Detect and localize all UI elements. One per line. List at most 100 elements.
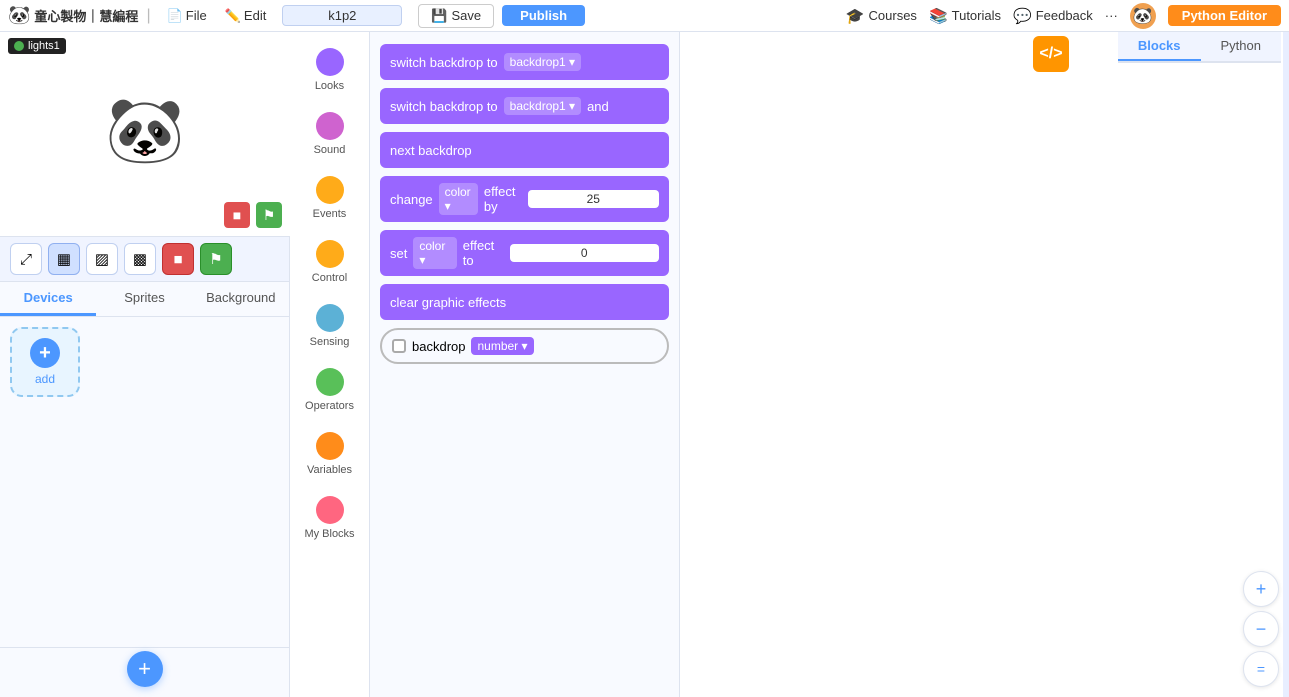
tutorials-button[interactable]: 📚 Tutorials bbox=[929, 7, 1001, 25]
block-switch-backdrop-and-dropdown[interactable]: backdrop1 ▾ bbox=[504, 97, 581, 115]
view-controls: ⤢ ▦ ▨ ▩ ■ ⚑ bbox=[0, 237, 289, 282]
courses-label: Courses bbox=[869, 8, 917, 23]
expand-view-button[interactable]: ⤢ bbox=[10, 243, 42, 275]
workspace[interactable]: Blocks Python </> + − = bbox=[680, 32, 1289, 697]
blocks-panel: switch backdrop to backdrop1 ▾ switch ba… bbox=[370, 32, 680, 697]
operators-dot bbox=[316, 368, 344, 396]
courses-icon: 🎓 bbox=[846, 7, 865, 25]
tab-python[interactable]: Python bbox=[1201, 32, 1281, 61]
add-sprite-button[interactable]: + add bbox=[10, 327, 80, 397]
block-change-effect-input[interactable] bbox=[528, 190, 659, 208]
variables-label: Variables bbox=[307, 464, 352, 476]
logo-icon: 🐼 bbox=[8, 5, 30, 26]
stage-panda: 🐼 bbox=[105, 93, 185, 168]
tab-devices[interactable]: Devices bbox=[0, 282, 96, 316]
menu-edit[interactable]: ✏️ Edit bbox=[217, 5, 275, 27]
block-backdrop-number[interactable]: backdrop number ▾ bbox=[380, 328, 669, 364]
operators-label: Operators bbox=[305, 400, 354, 412]
category-operators[interactable]: Operators bbox=[295, 360, 365, 420]
block-switch-backdrop-and-text2: and bbox=[587, 99, 609, 114]
tab-blocks[interactable]: Blocks bbox=[1118, 32, 1201, 61]
block-next-backdrop[interactable]: next backdrop bbox=[380, 132, 669, 168]
block-change-text: change bbox=[390, 192, 433, 207]
feedback-button[interactable]: 💬 Feedback bbox=[1013, 7, 1093, 25]
block-set-effect-text: effect to bbox=[463, 238, 504, 268]
control-dot bbox=[316, 240, 344, 268]
category-sensing[interactable]: Sensing bbox=[295, 296, 365, 356]
flag-view-button[interactable]: ⚑ bbox=[200, 243, 232, 275]
project-name[interactable]: k1p2 bbox=[282, 5, 402, 26]
block-backdrop-number-checkbox[interactable] bbox=[392, 339, 406, 353]
tutorials-icon: 📚 bbox=[929, 7, 948, 25]
grid1-button[interactable]: ▦ bbox=[48, 243, 80, 275]
block-clear-graphic-effects[interactable]: clear graphic effects bbox=[380, 284, 669, 320]
add-bottom-button[interactable]: + bbox=[127, 651, 163, 687]
block-set-color-effect[interactable]: set color ▾ effect to bbox=[380, 230, 669, 276]
stop-button[interactable]: ■ bbox=[224, 202, 250, 228]
main-area: lights1 🐼 ■ ⚑ ⤢ ▦ ▨ ▩ ■ ⚑ Devices Sprite… bbox=[0, 32, 1289, 697]
zoom-out-button[interactable]: − bbox=[1243, 611, 1279, 647]
save-button[interactable]: 💾 Save bbox=[418, 4, 494, 28]
sprite-content: + add bbox=[0, 317, 289, 647]
block-backdrop-number-dropdown[interactable]: number ▾ bbox=[471, 337, 533, 355]
grid2-button[interactable]: ▨ bbox=[86, 243, 118, 275]
feedback-icon: 💬 bbox=[1013, 7, 1032, 25]
tutorials-label: Tutorials bbox=[952, 8, 1001, 23]
block-switch-backdrop-dropdown[interactable]: backdrop1 ▾ bbox=[504, 53, 581, 71]
category-myblocks[interactable]: My Blocks bbox=[295, 488, 365, 548]
stage-controls: ■ ⚑ bbox=[224, 202, 282, 228]
block-change-color-effect[interactable]: change color ▾ effect by bbox=[380, 176, 669, 222]
tab-sprites[interactable]: Sprites bbox=[96, 282, 192, 316]
sensing-dot bbox=[316, 304, 344, 332]
logo: 🐼 童心製物｜慧編程 bbox=[8, 5, 138, 26]
category-looks[interactable]: Looks bbox=[295, 40, 365, 100]
control-label: Control bbox=[312, 272, 347, 284]
menu-edit-label: Edit bbox=[244, 8, 266, 23]
topbar-right: 🎓 Courses 📚 Tutorials 💬 Feedback ··· 🐼 P… bbox=[846, 3, 1281, 29]
block-set-color-dropdown[interactable]: color ▾ bbox=[413, 237, 456, 269]
avatar[interactable]: 🐼 bbox=[1130, 3, 1156, 29]
flag-button[interactable]: ⚑ bbox=[256, 202, 282, 228]
python-editor-button[interactable]: Python Editor bbox=[1168, 5, 1281, 26]
menu-file-icon: 📄 bbox=[167, 8, 183, 24]
events-dot bbox=[316, 176, 344, 204]
block-switch-backdrop-and[interactable]: switch backdrop to backdrop1 ▾ and bbox=[380, 88, 669, 124]
block-change-effect-text: effect by bbox=[484, 184, 522, 214]
category-events[interactable]: Events bbox=[295, 168, 365, 228]
publish-button[interactable]: Publish bbox=[502, 5, 585, 26]
menu-file[interactable]: 📄 File bbox=[159, 5, 215, 27]
sensing-label: Sensing bbox=[310, 336, 350, 348]
events-label: Events bbox=[313, 208, 347, 220]
zoom-in-button[interactable]: + bbox=[1243, 571, 1279, 607]
category-sound[interactable]: Sound bbox=[295, 104, 365, 164]
block-set-text: set bbox=[390, 246, 407, 261]
tab-background[interactable]: Background bbox=[193, 282, 289, 316]
category-control[interactable]: Control bbox=[295, 232, 365, 292]
category-variables[interactable]: Variables bbox=[295, 424, 365, 484]
myblocks-dot bbox=[316, 496, 344, 524]
block-backdrop-text: backdrop bbox=[412, 339, 465, 354]
myblocks-label: My Blocks bbox=[304, 528, 354, 540]
block-set-effect-input[interactable] bbox=[510, 244, 659, 262]
block-change-color-dropdown[interactable]: color ▾ bbox=[439, 183, 478, 215]
divider1: | bbox=[146, 7, 150, 25]
block-switch-backdrop[interactable]: switch backdrop to backdrop1 ▾ bbox=[380, 44, 669, 80]
topbar-actions: 💾 Save Publish bbox=[418, 4, 585, 28]
save-icon: 💾 bbox=[431, 8, 447, 24]
sound-dot bbox=[316, 112, 344, 140]
sprite-tabs: Devices Sprites Background bbox=[0, 282, 289, 317]
stop-view-button[interactable]: ■ bbox=[162, 243, 194, 275]
block-switch-backdrop-and-text1: switch backdrop to bbox=[390, 99, 498, 114]
save-label: Save bbox=[452, 8, 482, 23]
courses-button[interactable]: 🎓 Courses bbox=[846, 7, 917, 25]
workspace-scrollbar[interactable] bbox=[1283, 32, 1289, 697]
lights-label: lights1 bbox=[28, 40, 60, 52]
sound-label: Sound bbox=[314, 144, 346, 156]
menu-edit-icon: ✏️ bbox=[225, 8, 241, 24]
grid3-button[interactable]: ▩ bbox=[124, 243, 156, 275]
topbar: 🐼 童心製物｜慧編程 | 📄 File ✏️ Edit k1p2 💾 Save … bbox=[0, 0, 1289, 32]
feedback-label: Feedback bbox=[1036, 8, 1093, 23]
code-icon[interactable]: </> bbox=[1033, 36, 1069, 72]
zoom-reset-button[interactable]: = bbox=[1243, 651, 1279, 687]
more-button[interactable]: ··· bbox=[1105, 8, 1118, 23]
